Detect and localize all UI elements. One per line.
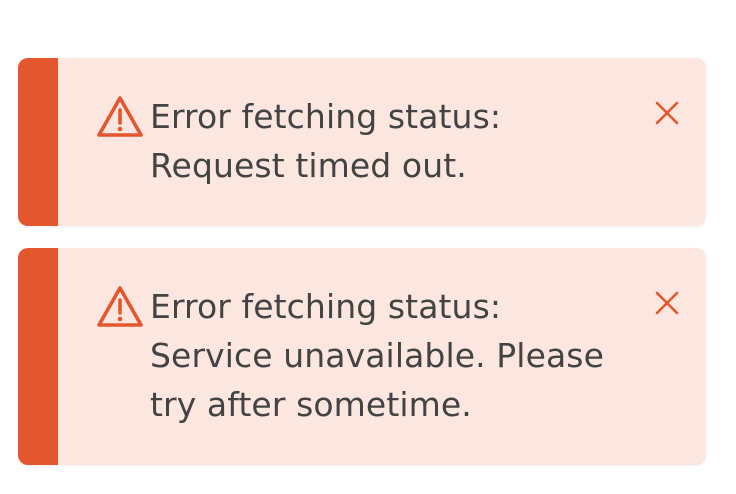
close-icon — [655, 101, 679, 125]
close-button[interactable] — [650, 286, 684, 320]
alert-title: Error fetching status: — [150, 97, 502, 136]
alert-accent-bar — [18, 248, 58, 465]
alert-detail-line: Service unavailable. Please — [150, 336, 605, 375]
alert-body: Error fetching status: Service unavailab… — [58, 248, 706, 465]
alert-message: Error fetching status: Request timed out… — [150, 92, 650, 190]
alert-title: Error fetching status: — [150, 287, 502, 326]
alert-stack: Error fetching status: Request timed out… — [18, 58, 706, 465]
alert-accent-bar — [18, 58, 58, 226]
warning-triangle-icon — [96, 95, 144, 139]
error-alert: Error fetching status: Request timed out… — [18, 58, 706, 226]
alert-message: Error fetching status: Service unavailab… — [150, 282, 650, 429]
error-alert: Error fetching status: Service unavailab… — [18, 248, 706, 465]
alert-detail-line: try after sometime. — [150, 385, 472, 424]
close-button[interactable] — [650, 96, 684, 130]
alert-detail-line: Request timed out. — [150, 146, 467, 185]
close-icon — [655, 291, 679, 315]
alert-body: Error fetching status: Request timed out… — [58, 58, 706, 226]
warning-triangle-icon — [96, 285, 144, 329]
